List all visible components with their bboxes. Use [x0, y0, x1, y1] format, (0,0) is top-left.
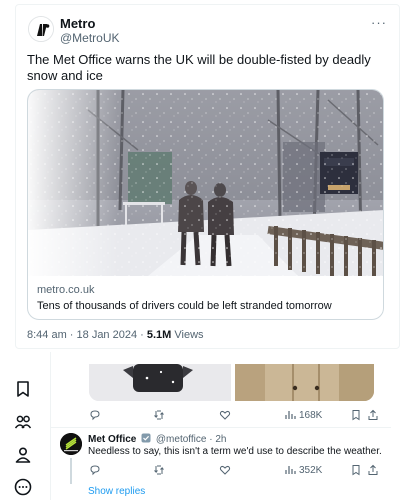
- snow-figure-image: [89, 364, 231, 401]
- divider: [51, 427, 391, 428]
- analytics-icon: [285, 411, 296, 419]
- separator: ·: [206, 434, 216, 445]
- profile-icon[interactable]: [13, 445, 33, 465]
- views-count: 352K: [299, 464, 323, 476]
- reply-text: Needless to say, this isn't a term we'd …: [88, 446, 382, 457]
- reply-author-handle[interactable]: @metoffice: [156, 434, 207, 445]
- bookmark-icon[interactable]: [13, 379, 33, 399]
- views-label: Views: [171, 329, 204, 341]
- verified-badge-icon[interactable]: [141, 433, 151, 443]
- retweet-button[interactable]: [153, 462, 165, 478]
- timestamp[interactable]: 8:44 am · 18 Jan 2024 ·: [27, 329, 147, 341]
- reply-button[interactable]: [89, 462, 101, 478]
- like-button[interactable]: [219, 407, 231, 423]
- heart-icon: [219, 410, 231, 420]
- timestamp-row: 8:44 am · 18 Jan 2024 · 5.1M Views: [27, 329, 204, 341]
- retweet-icon: [154, 410, 164, 420]
- share-icon: [368, 464, 378, 475]
- bookmark-small-icon: [352, 465, 360, 476]
- views-count: 5.1M: [146, 329, 172, 341]
- link-title[interactable]: Tens of thousands of drivers could be le…: [37, 300, 332, 312]
- media-image-right[interactable]: [235, 364, 374, 401]
- bookmark-button[interactable]: [350, 407, 362, 423]
- reply-time[interactable]: 2h: [215, 434, 226, 445]
- bookmark-small-icon: [352, 410, 360, 421]
- met-office-avatar[interactable]: [60, 433, 82, 455]
- retweet-button[interactable]: [153, 407, 165, 423]
- link-preview-card[interactable]: metro.co.uk Tens of thousands of drivers…: [27, 89, 384, 320]
- bookmark-button[interactable]: [350, 462, 362, 478]
- reply-button[interactable]: [89, 407, 101, 423]
- left-nav-rail: [0, 350, 50, 500]
- like-button[interactable]: [219, 462, 231, 478]
- reply-author-name[interactable]: Met Office: [88, 434, 136, 445]
- thread-line: [70, 458, 72, 484]
- link-domain[interactable]: metro.co.uk: [37, 284, 94, 296]
- more-circle-icon[interactable]: [13, 477, 33, 497]
- communities-icon[interactable]: [13, 412, 33, 432]
- views-button[interactable]: 352K: [284, 462, 322, 478]
- media-grid: [89, 364, 374, 401]
- reply-actions: 352K: [89, 462, 379, 478]
- author-handle[interactable]: @MetroUK: [60, 31, 120, 45]
- upper-tweet-actions: 168K: [89, 407, 379, 423]
- share-icon: [368, 409, 378, 420]
- metro-logo-icon: [29, 17, 53, 41]
- views-count: 168K: [299, 409, 323, 421]
- timeline-panel: 168K Met Office @metoffice · 2h Needless…: [50, 352, 391, 500]
- media-image-left[interactable]: [89, 364, 231, 401]
- coat-closeup-image: [235, 364, 374, 401]
- tweet-text: The Met Office warns the UK will be doub…: [27, 52, 371, 83]
- met-office-logo-icon: [60, 433, 82, 455]
- reply-header: Met Office @metoffice · 2h: [88, 433, 226, 445]
- analytics-icon: [285, 466, 296, 474]
- snow-scene-image: [28, 90, 383, 276]
- tweet-card: Metro @MetroUK ··· The Met Office warns …: [15, 4, 400, 349]
- metro-avatar[interactable]: [28, 16, 54, 42]
- reply-icon: [90, 465, 100, 476]
- share-button[interactable]: [367, 407, 379, 423]
- retweet-icon: [154, 465, 164, 475]
- more-options-button[interactable]: ···: [371, 15, 387, 30]
- reply-icon: [90, 410, 100, 421]
- heart-icon: [219, 465, 231, 475]
- author-name[interactable]: Metro: [60, 16, 95, 31]
- share-button[interactable]: [367, 462, 379, 478]
- show-replies-link[interactable]: Show replies: [88, 486, 145, 497]
- views-button[interactable]: 168K: [284, 407, 322, 423]
